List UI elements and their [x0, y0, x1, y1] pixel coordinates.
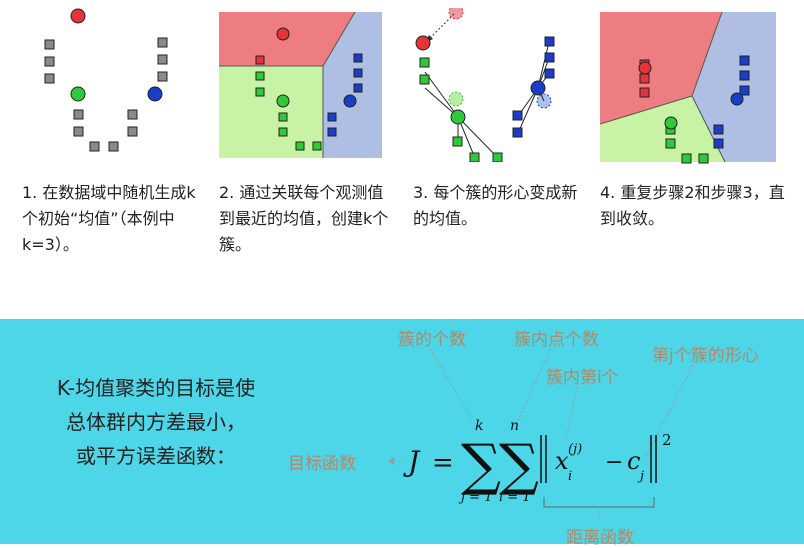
step2-panel [219, 8, 385, 162]
formula-c: c [627, 447, 640, 475]
objective-formula: J = ∑ ∑ k n j = 1 i = 1 x i (j) − c j 2 [403, 418, 672, 505]
step2-caption: 2. 通过关联每个观测值到最近的均值，创建k个簇。 [219, 183, 389, 254]
formula-x-sup: (j) [568, 442, 582, 457]
formula-arrows: J = ∑ ∑ k n j = 1 i = 1 x i (j) − c j 2 [388, 348, 694, 519]
step1-caption: 1. 在数据域中随机生成k个初始“均值”（本例中k=3）。 [22, 183, 196, 254]
step4-caption: 4. 重复步骤2和步骤3，直到收敛。 [600, 183, 785, 228]
formula-x-sub: i [568, 469, 572, 484]
formula-n: n [510, 418, 519, 434]
sum-symbol-j: ∑ [461, 433, 501, 498]
step3-panel [412, 8, 578, 162]
step4-panel [600, 8, 776, 164]
formula-equals: = [432, 448, 454, 478]
formula-k: k [475, 418, 483, 434]
step3-caption: 3. 每个簇的形心变成新的均值。 [413, 183, 578, 228]
step4-diagram [600, 11, 776, 164]
step1-panel [22, 8, 188, 162]
formula-i-eq-1: i = 1 [499, 490, 531, 505]
step3-diagram [415, 8, 555, 162]
objective-section: K-均值聚类的目标是使 总体群内方差最小， 或平方误差函数： 簇的个数 簇内点个… [0, 319, 804, 548]
formula-square: 2 [662, 431, 672, 449]
formula-j-eq-1: j = 1 [458, 490, 492, 505]
step2-diagram [219, 11, 382, 158]
formula-J: J [403, 445, 421, 478]
step1-diagram [44, 8, 168, 152]
formula-x: x [555, 447, 569, 475]
formula-minus: − [605, 450, 623, 475]
sum-symbol-i: ∑ [499, 433, 539, 498]
